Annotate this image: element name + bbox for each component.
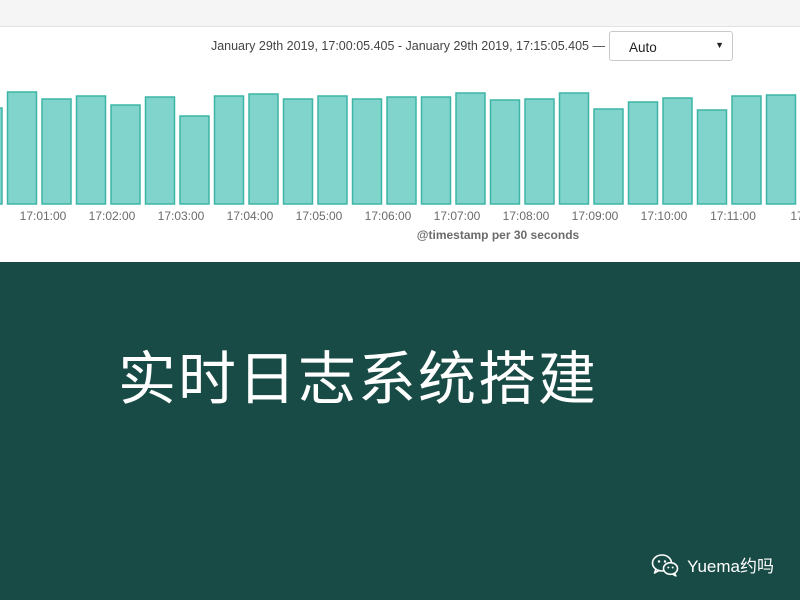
x-tick-label: 17:02:00 bbox=[89, 209, 136, 223]
histogram-bar[interactable] bbox=[386, 96, 417, 205]
banner-title: 实时日志系统搭建 bbox=[118, 345, 599, 413]
histogram-bar[interactable] bbox=[41, 98, 72, 205]
histogram-bar[interactable] bbox=[731, 95, 762, 205]
histogram-bar[interactable] bbox=[6, 91, 38, 205]
histogram-bar[interactable] bbox=[696, 109, 728, 205]
top-toolbar-strip bbox=[0, 0, 800, 27]
histogram-bar[interactable] bbox=[179, 115, 210, 205]
wechat-icon bbox=[651, 553, 679, 577]
histogram-bar[interactable] bbox=[662, 97, 693, 205]
histogram-bar[interactable] bbox=[351, 98, 383, 205]
title-banner: 实时日志系统搭建 Yuema约吗 bbox=[0, 262, 800, 600]
histogram-bar[interactable] bbox=[627, 101, 659, 205]
histogram-bar[interactable] bbox=[0, 107, 3, 205]
histogram-bar[interactable] bbox=[282, 98, 314, 205]
x-tick-label: 17:10:00 bbox=[641, 209, 688, 223]
histogram-bar[interactable] bbox=[593, 108, 624, 205]
histogram-bar[interactable] bbox=[420, 96, 452, 205]
x-tick-label: 17:09:00 bbox=[572, 209, 619, 223]
x-tick-label: 17:07:00 bbox=[434, 209, 481, 223]
x-tick-label: 17:06:00 bbox=[365, 209, 412, 223]
histogram-bar[interactable] bbox=[317, 95, 348, 205]
histogram-bar[interactable] bbox=[213, 95, 245, 205]
x-tick-label: 17:11:00 bbox=[710, 209, 756, 223]
x-tick-label: 17:08:00 bbox=[503, 209, 550, 223]
x-tick-label: 17:1 bbox=[790, 209, 800, 223]
histogram-bar[interactable] bbox=[248, 93, 279, 205]
histogram-bar[interactable] bbox=[558, 92, 590, 205]
brand-name: Yuema约吗 bbox=[687, 557, 774, 576]
x-tick-label: 17:01:00 bbox=[20, 209, 67, 223]
histogram-bar[interactable] bbox=[144, 96, 176, 205]
x-tick-label: 17:04:00 bbox=[227, 209, 274, 223]
histogram-chart: 17:01:00 17:02:00 17:03:00 17:04:00 17:05:00… bbox=[0, 91, 800, 242]
x-tick-label: 17:05:00 bbox=[296, 209, 343, 223]
histogram-bar[interactable] bbox=[524, 98, 555, 205]
brand-signature: Yuema约吗 bbox=[651, 552, 774, 577]
x-axis-label: @timestamp per 30 seconds bbox=[417, 228, 580, 242]
histogram-bar[interactable] bbox=[489, 99, 521, 205]
histogram-bar[interactable] bbox=[110, 104, 141, 205]
histogram-bar[interactable] bbox=[455, 92, 486, 205]
histogram-bar[interactable] bbox=[765, 94, 797, 205]
histogram-bar[interactable] bbox=[75, 95, 107, 205]
x-tick-label: 17:03:00 bbox=[158, 209, 205, 223]
